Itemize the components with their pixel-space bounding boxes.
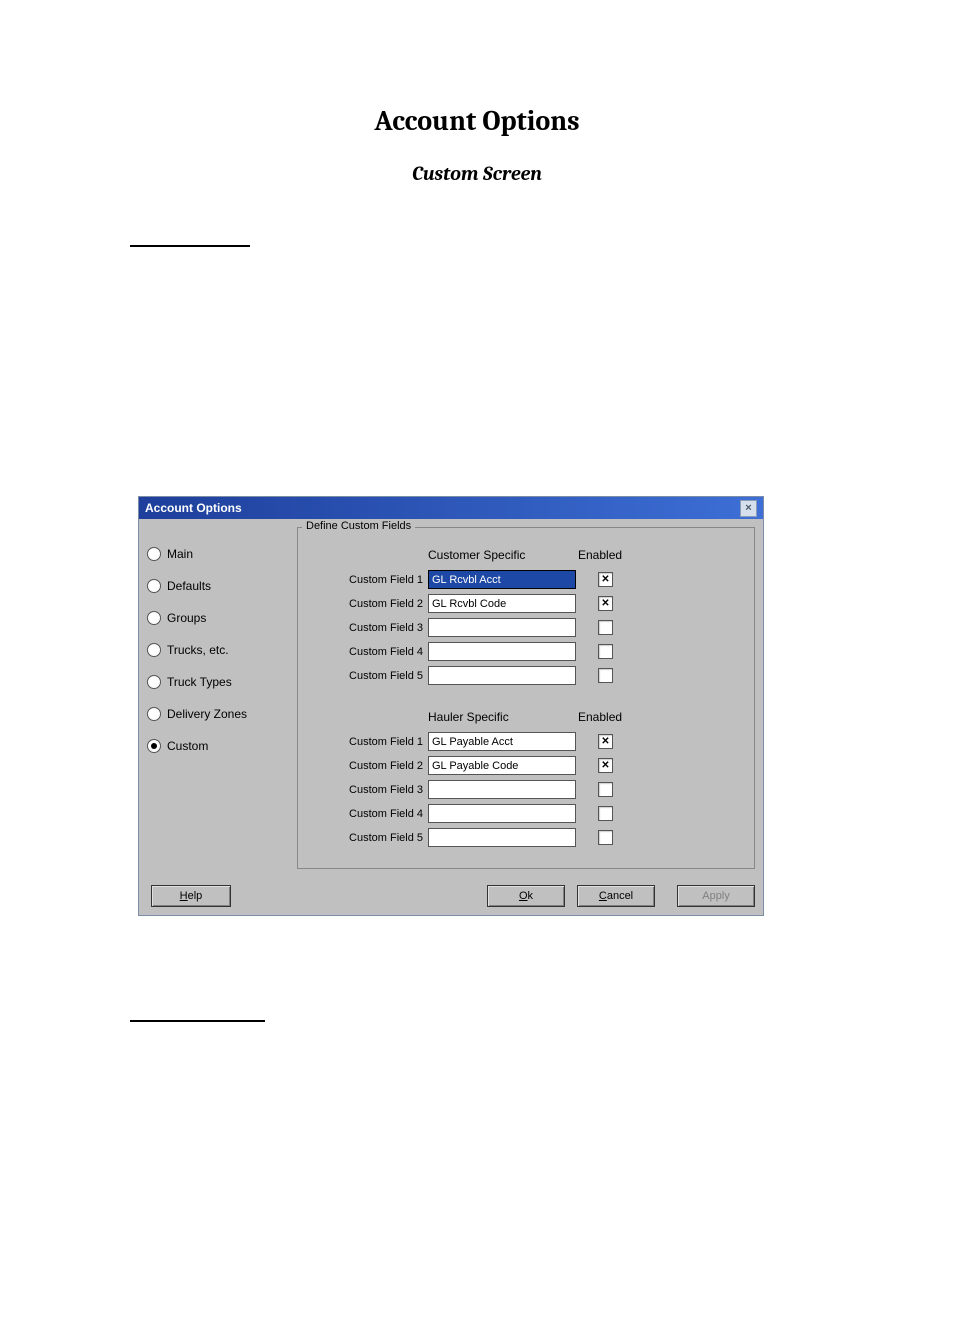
- radio-icon: [147, 739, 161, 753]
- radio-icon: [147, 643, 161, 657]
- customer-field-3-input[interactable]: [428, 618, 576, 637]
- hauler-field-row-3: Custom Field 3: [308, 780, 744, 799]
- field-label: Custom Field 2: [308, 760, 428, 772]
- customer-field-row-2: Custom Field 2: [308, 594, 744, 613]
- hauler-field-2-enabled-checkbox[interactable]: [598, 758, 613, 773]
- hauler-field-1-input[interactable]: [428, 732, 576, 751]
- field-label: Custom Field 2: [308, 598, 428, 610]
- account-options-dialog: Account Options × Main Defaults Groups: [138, 496, 764, 916]
- radio-label: Main: [167, 547, 193, 561]
- radio-label: Defaults: [167, 579, 211, 593]
- radio-defaults[interactable]: Defaults: [147, 579, 297, 593]
- document-title: Account Options: [0, 105, 954, 137]
- radio-icon: [147, 547, 161, 561]
- apply-button[interactable]: Apply: [677, 885, 755, 907]
- customer-field-5-input[interactable]: [428, 666, 576, 685]
- customer-field-row-1: Custom Field 1: [308, 570, 744, 589]
- radio-label: Groups: [167, 611, 206, 625]
- radio-label: Custom: [167, 739, 208, 753]
- hauler-field-row-1: Custom Field 1: [308, 732, 744, 751]
- customer-field-2-input[interactable]: [428, 594, 576, 613]
- fieldset-legend: Define Custom Fields: [302, 520, 415, 532]
- divider: [130, 1020, 265, 1022]
- dialog-title: Account Options: [145, 501, 242, 515]
- field-label: Custom Field 1: [308, 574, 428, 586]
- button-bar: Help Ok Cancel Apply: [139, 877, 763, 915]
- hauler-field-row-2: Custom Field 2: [308, 756, 744, 775]
- hauler-field-1-enabled-checkbox[interactable]: [598, 734, 613, 749]
- customer-field-1-input[interactable]: [428, 570, 576, 589]
- field-label: Custom Field 1: [308, 736, 428, 748]
- cancel-button[interactable]: Cancel: [577, 885, 655, 907]
- field-label: Custom Field 5: [308, 670, 428, 682]
- hauler-field-row-4: Custom Field 4: [308, 804, 744, 823]
- radio-groups[interactable]: Groups: [147, 611, 297, 625]
- sidebar-nav: Main Defaults Groups Trucks, etc. Truck …: [147, 527, 297, 869]
- radio-label: Trucks, etc.: [167, 643, 229, 657]
- radio-main[interactable]: Main: [147, 547, 297, 561]
- hauler-field-3-input[interactable]: [428, 780, 576, 799]
- customer-field-5-enabled-checkbox[interactable]: [598, 668, 613, 683]
- field-label: Custom Field 4: [308, 646, 428, 658]
- hauler-field-5-input[interactable]: [428, 828, 576, 847]
- field-label: Custom Field 4: [308, 808, 428, 820]
- radio-icon: [147, 707, 161, 721]
- field-label: Custom Field 3: [308, 784, 428, 796]
- hauler-field-row-5: Custom Field 5: [308, 828, 744, 847]
- field-label: Custom Field 5: [308, 832, 428, 844]
- divider: [130, 245, 250, 247]
- radio-label: Delivery Zones: [167, 707, 247, 721]
- document-subtitle: Custom Screen: [0, 162, 954, 185]
- titlebar: Account Options ×: [139, 497, 763, 519]
- help-button[interactable]: Help: [151, 885, 231, 907]
- customer-specific-header: Customer Specific: [428, 548, 578, 562]
- hauler-field-4-input[interactable]: [428, 804, 576, 823]
- customer-field-row-3: Custom Field 3: [308, 618, 744, 637]
- close-icon[interactable]: ×: [740, 500, 757, 517]
- field-label: Custom Field 3: [308, 622, 428, 634]
- enabled-header: Enabled: [578, 710, 638, 724]
- customer-field-2-enabled-checkbox[interactable]: [598, 596, 613, 611]
- hauler-field-2-input[interactable]: [428, 756, 576, 775]
- radio-custom[interactable]: Custom: [147, 739, 297, 753]
- radio-icon: [147, 579, 161, 593]
- customer-field-3-enabled-checkbox[interactable]: [598, 620, 613, 635]
- hauler-specific-header: Hauler Specific: [428, 710, 578, 724]
- hauler-field-5-enabled-checkbox[interactable]: [598, 830, 613, 845]
- customer-field-1-enabled-checkbox[interactable]: [598, 572, 613, 587]
- customer-field-row-5: Custom Field 5: [308, 666, 744, 685]
- enabled-header: Enabled: [578, 548, 638, 562]
- customer-field-row-4: Custom Field 4: [308, 642, 744, 661]
- radio-truck-types[interactable]: Truck Types: [147, 675, 297, 689]
- radio-icon: [147, 675, 161, 689]
- define-custom-fields-fieldset: Define Custom Fields Customer Specific E…: [297, 527, 755, 869]
- hauler-field-4-enabled-checkbox[interactable]: [598, 806, 613, 821]
- radio-label: Truck Types: [167, 675, 232, 689]
- hauler-field-3-enabled-checkbox[interactable]: [598, 782, 613, 797]
- radio-icon: [147, 611, 161, 625]
- radio-trucks[interactable]: Trucks, etc.: [147, 643, 297, 657]
- customer-field-4-enabled-checkbox[interactable]: [598, 644, 613, 659]
- ok-button[interactable]: Ok: [487, 885, 565, 907]
- radio-delivery-zones[interactable]: Delivery Zones: [147, 707, 297, 721]
- customer-field-4-input[interactable]: [428, 642, 576, 661]
